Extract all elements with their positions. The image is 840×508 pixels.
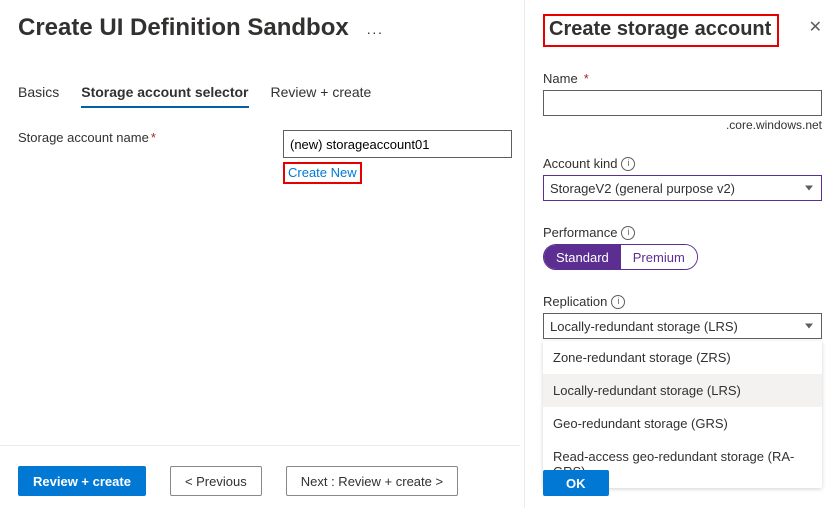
tab-review-create[interactable]: Review + create: [271, 84, 372, 108]
page-title: Create UI Definition Sandbox: [18, 14, 349, 42]
replication-select[interactable]: Locally-redundant storage (LRS): [543, 313, 822, 339]
create-new-link[interactable]: Create New: [288, 165, 357, 180]
footer-divider: [0, 445, 520, 446]
replication-dropdown: Zone-redundant storage (ZRS) Locally-red…: [543, 341, 822, 488]
tab-basics[interactable]: Basics: [18, 84, 59, 108]
replication-option-lrs[interactable]: Locally-redundant storage (LRS): [543, 374, 822, 407]
panel-title: Create storage account: [549, 18, 771, 40]
replication-option-grs[interactable]: Geo-redundant storage (GRS): [543, 407, 822, 440]
info-icon[interactable]: i: [611, 295, 625, 309]
tab-storage-selector[interactable]: Storage account selector: [81, 84, 248, 108]
previous-button[interactable]: < Previous: [170, 466, 262, 496]
performance-label: Performance i: [543, 225, 822, 240]
info-icon[interactable]: i: [621, 157, 635, 171]
performance-premium[interactable]: Premium: [621, 245, 697, 269]
review-create-button[interactable]: Review + create: [18, 466, 146, 496]
close-icon[interactable]: ✕: [809, 20, 822, 36]
footer-bar: Review + create < Previous Next : Review…: [18, 466, 458, 496]
next-button[interactable]: Next : Review + create >: [286, 466, 458, 496]
tab-bar: Basics Storage account selector Review +…: [18, 84, 518, 108]
required-indicator: *: [151, 130, 156, 145]
storage-account-name-input[interactable]: [283, 130, 512, 158]
chevron-down-icon: [805, 186, 813, 191]
storage-account-name-label: Storage account name*: [18, 130, 283, 145]
account-kind-select[interactable]: StorageV2 (general purpose v2): [543, 175, 822, 201]
performance-toggle: Standard Premium: [543, 244, 698, 270]
name-suffix: .core.windows.net: [543, 118, 822, 132]
account-kind-label: Account kind i: [543, 156, 822, 171]
name-label: Name*: [543, 71, 822, 86]
chevron-down-icon: [805, 324, 813, 329]
replication-label: Replication i: [543, 294, 822, 309]
performance-standard[interactable]: Standard: [544, 245, 621, 269]
create-storage-account-panel: Create storage account ✕ Name* .core.win…: [525, 0, 840, 508]
info-icon[interactable]: i: [621, 226, 635, 240]
name-input[interactable]: [543, 90, 822, 116]
ok-button[interactable]: OK: [543, 470, 609, 496]
replication-option-zrs[interactable]: Zone-redundant storage (ZRS): [543, 341, 822, 374]
more-actions-icon[interactable]: ···: [366, 24, 383, 40]
